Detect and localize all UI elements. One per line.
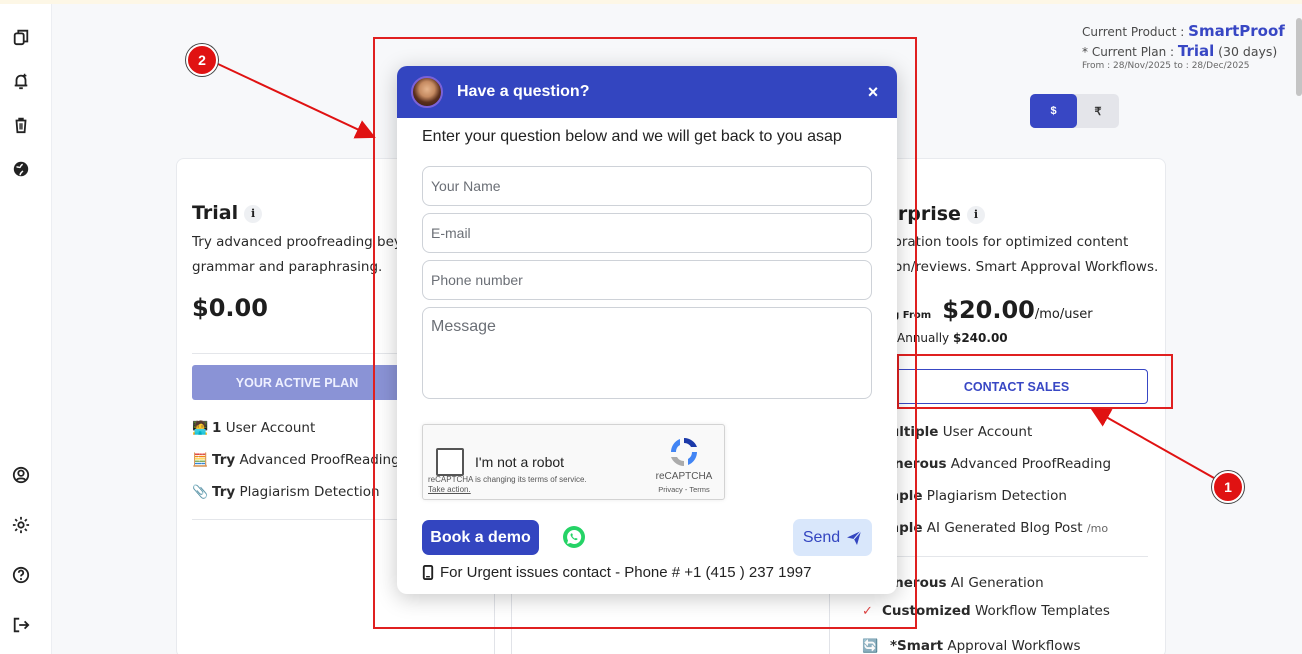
trial-price: $0.00 bbox=[192, 294, 268, 322]
annual-price: $240.00 bbox=[952, 331, 1008, 345]
current-plan-line: * Current Plan : Trial (30 days) bbox=[1082, 42, 1292, 60]
divider bbox=[192, 353, 402, 354]
trial-feature-1: 🧑‍💻 1 User Account bbox=[192, 420, 315, 436]
logout-icon[interactable] bbox=[10, 614, 32, 636]
current-plan-label: * Current Plan : bbox=[1082, 45, 1175, 59]
current-plan-name: Trial bbox=[1177, 42, 1215, 60]
enterprise-price: $20.00 bbox=[942, 296, 1035, 324]
trial-feature-3: 📎 Try Plagiarism Detection bbox=[192, 484, 380, 500]
feature-bold: Try bbox=[212, 484, 236, 500]
currency-toggle: $ ₹ bbox=[1030, 94, 1119, 128]
annotation-box-1 bbox=[897, 354, 1173, 409]
settings-icon[interactable] bbox=[10, 514, 32, 536]
current-product-label: Current Product : bbox=[1082, 25, 1185, 39]
feature-text: Advanced ProofReading bbox=[946, 456, 1112, 472]
feature-text: Plagiarism Detection bbox=[235, 484, 380, 500]
phone-icon bbox=[422, 565, 434, 580]
chat-header: Have a question? × bbox=[397, 66, 897, 118]
enterprise-feature-7: 🔄 *Smart Approval Workflows bbox=[862, 638, 1081, 654]
product-info: Current Product : SmartProof * Current P… bbox=[1082, 22, 1292, 71]
enterprise-desc-line-1: boration tools for optimized content bbox=[885, 234, 1129, 250]
chat-title: Have a question? bbox=[457, 83, 590, 100]
enterprise-desc-line-2: tion/reviews. Smart Approval Workflows. bbox=[885, 259, 1159, 275]
recaptcha-brand: reCAPTCHA bbox=[655, 471, 713, 482]
enterprise-info-icon[interactable]: i bbox=[966, 205, 985, 224]
recaptcha-take-action-link[interactable]: Take action. bbox=[428, 485, 587, 495]
email-input[interactable] bbox=[422, 213, 872, 253]
recaptcha-note-text: reCAPTCHA is changing its terms of servi… bbox=[428, 475, 587, 484]
chat-widget: Have a question? × Enter your question b… bbox=[397, 66, 897, 594]
user-account-icon: 🧑‍💻 bbox=[192, 421, 209, 436]
recaptcha-label: I'm not a robot bbox=[475, 454, 565, 470]
enterprise-feature-4: mple AI Generated Blog Post /mo bbox=[885, 520, 1108, 536]
user-circle-icon[interactable] bbox=[10, 464, 32, 486]
recaptcha-logo-icon bbox=[671, 438, 697, 466]
name-input[interactable] bbox=[422, 166, 872, 206]
feature-bold: Try bbox=[212, 452, 236, 468]
currency-inr-button[interactable]: ₹ bbox=[1077, 94, 1119, 128]
enterprise-description: boration tools for optimized content tio… bbox=[885, 230, 1158, 280]
feature-text: User Account bbox=[221, 420, 316, 436]
trial-info-icon[interactable]: i bbox=[244, 204, 263, 223]
paperclip-icon: 📎 bbox=[192, 485, 209, 500]
urgent-contact: For Urgent issues contact - Phone # +1 (… bbox=[422, 564, 811, 581]
your-active-plan-button: YOUR ACTIVE PLAN bbox=[192, 365, 402, 400]
enterprise-feature-2: enerous Advanced ProofReading bbox=[885, 456, 1111, 472]
send-button[interactable]: Send bbox=[793, 519, 872, 556]
feature-text: AI Generated Blog Post bbox=[922, 520, 1083, 536]
divider bbox=[192, 519, 402, 520]
chat-subtitle: Enter your question below and we will ge… bbox=[422, 128, 842, 145]
currency-usd-button[interactable]: $ bbox=[1030, 94, 1077, 128]
bell-icon[interactable] bbox=[10, 70, 32, 92]
copy-icon[interactable] bbox=[10, 26, 32, 48]
feature-bold: *Smart bbox=[890, 638, 944, 654]
annotation-marker-2: 2 bbox=[186, 44, 218, 76]
recaptcha-widget: I'm not a robot reCAPTCHA is changing it… bbox=[422, 424, 725, 500]
abacus-icon: 🧮 bbox=[192, 453, 209, 468]
annotation-marker-1: 1 bbox=[1212, 471, 1244, 503]
phone-input[interactable] bbox=[422, 260, 872, 300]
feature-text: Approval Workflows bbox=[943, 638, 1081, 654]
close-icon[interactable]: × bbox=[863, 82, 883, 103]
whatsapp-icon[interactable] bbox=[562, 525, 586, 549]
trial-title-text: Trial bbox=[192, 202, 239, 224]
urgent-contact-text: For Urgent issues contact - Phone # +1 (… bbox=[440, 564, 812, 581]
trash-icon[interactable] bbox=[10, 114, 32, 136]
recaptcha-note: reCAPTCHA is changing its terms of servi… bbox=[428, 475, 587, 495]
send-label: Send bbox=[802, 528, 841, 546]
globe-icon[interactable] bbox=[10, 158, 32, 180]
feature-text: Workflow Templates bbox=[970, 603, 1110, 619]
book-demo-button[interactable]: Book a demo bbox=[422, 520, 539, 555]
trial-description: Try advanced proofreading beyo grammar a… bbox=[192, 230, 402, 280]
feature-text: Plagiarism Detection bbox=[922, 488, 1067, 504]
feature-text: User Account bbox=[938, 424, 1033, 440]
trial-plan-title: Trial i bbox=[192, 202, 263, 224]
paper-plane-icon bbox=[847, 530, 862, 545]
recaptcha-privacy-terms[interactable]: Privacy - Terms bbox=[649, 485, 719, 494]
trial-desc-line-2: grammar and paraphrasing. bbox=[192, 259, 383, 275]
recaptcha-checkbox[interactable] bbox=[436, 448, 464, 476]
message-textarea[interactable] bbox=[422, 307, 872, 399]
sidebar bbox=[0, 4, 52, 654]
price-unit: /mo/user bbox=[1034, 307, 1093, 322]
current-plan-days: (30 days) bbox=[1218, 44, 1278, 59]
help-icon[interactable] bbox=[10, 564, 32, 586]
trial-feature-2: 🧮 Try Advanced ProofReading bbox=[192, 452, 400, 468]
current-product-name: SmartProof bbox=[1188, 22, 1285, 40]
agent-avatar bbox=[411, 76, 443, 108]
current-product-line: Current Product : SmartProof bbox=[1082, 22, 1292, 40]
trial-desc-line-1: Try advanced proofreading beyo bbox=[192, 234, 402, 250]
feature-text: AI Generation bbox=[946, 575, 1044, 591]
scrollbar[interactable] bbox=[1296, 18, 1302, 96]
feature-suffix: /mo bbox=[1086, 522, 1109, 535]
feature-bold: 1 bbox=[212, 420, 222, 436]
plan-dates: From : 28/Nov/2025 to : 28/Dec/2025 bbox=[1082, 61, 1250, 71]
refresh-icon: 🔄 bbox=[862, 639, 879, 654]
